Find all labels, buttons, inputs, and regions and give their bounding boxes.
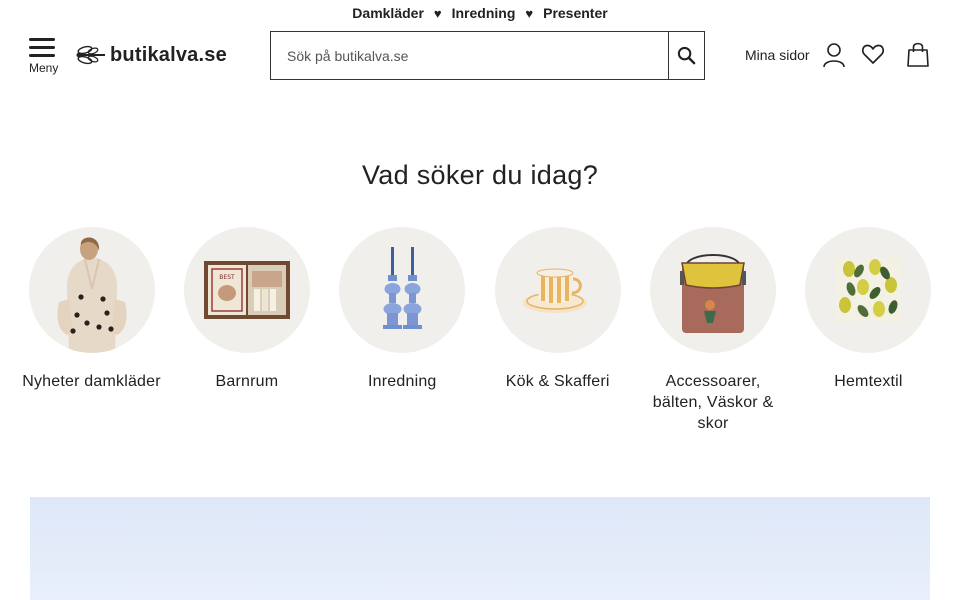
category-label: Hemtextil: [834, 373, 903, 390]
dragonfly-icon: [76, 45, 105, 65]
svg-text:BEST: BEST: [219, 274, 235, 281]
top-link-presenter[interactable]: Presenter: [543, 5, 608, 21]
category-accessoarer[interactable]: Accessoarer, bälten, Väskor & skor: [636, 227, 791, 434]
account-link[interactable]: Mina sidor: [745, 38, 846, 72]
category-image-cushion: [805, 227, 932, 353]
shopping-bag-icon: [907, 42, 929, 67]
search-button[interactable]: [668, 32, 704, 79]
site-header: Meny butikalva.se Mina sidor: [0, 30, 960, 82]
top-link-inredning[interactable]: Inredning: [452, 5, 516, 21]
heart-icon: ♥: [433, 5, 442, 21]
search-icon: [677, 46, 696, 65]
category-image-cardigan: [28, 227, 155, 353]
search-input[interactable]: [271, 32, 668, 79]
cart-button[interactable]: [906, 41, 930, 73]
logo[interactable]: butikalva.se: [76, 41, 227, 69]
logo-text: butikalva.se: [110, 43, 227, 66]
category-label: Nyheter damkläder: [22, 373, 161, 390]
page-heading: Vad söker du idag?: [361, 160, 599, 190]
heart-icon: ♥: [525, 5, 534, 21]
category-nyheter-damklader[interactable]: Nyheter damkläder: [14, 227, 169, 434]
menu-label: Meny: [29, 61, 59, 75]
category-barnrum[interactable]: BEST Barnrum: [169, 227, 324, 434]
category-image-cup-saucer: [494, 227, 621, 353]
category-hemtextil[interactable]: Hemtextil: [791, 227, 946, 434]
category-inredning[interactable]: Inredning: [325, 227, 480, 434]
hero-banner[interactable]: [30, 497, 930, 600]
category-label: Barnrum: [215, 373, 279, 390]
category-image-handbag: [650, 227, 777, 353]
category-image-game-box: BEST: [183, 227, 310, 353]
wishlist-button[interactable]: [861, 43, 885, 70]
category-list: Nyheter damkläder BEST Barnrum Inredning…: [14, 227, 946, 434]
hamburger-icon: [28, 38, 60, 57]
category-label: Accessoarer, bälten, Väskor & skor: [652, 373, 774, 432]
category-image-candlesticks: [339, 227, 466, 353]
category-label: Kök & Skafferi: [505, 373, 610, 390]
heart-outline-icon: [861, 44, 885, 64]
top-category-bar: Damkläder ♥ Inredning ♥ Presenter: [0, 0, 960, 26]
menu-button[interactable]: Meny: [28, 38, 60, 75]
category-kok-skafferi[interactable]: Kök & Skafferi: [480, 227, 635, 434]
account-label: Mina sidor: [745, 47, 810, 63]
category-label: Inredning: [368, 373, 437, 390]
user-icon: [822, 43, 845, 68]
top-link-damklader[interactable]: Damkläder: [352, 5, 424, 21]
search-bar: [270, 31, 705, 80]
